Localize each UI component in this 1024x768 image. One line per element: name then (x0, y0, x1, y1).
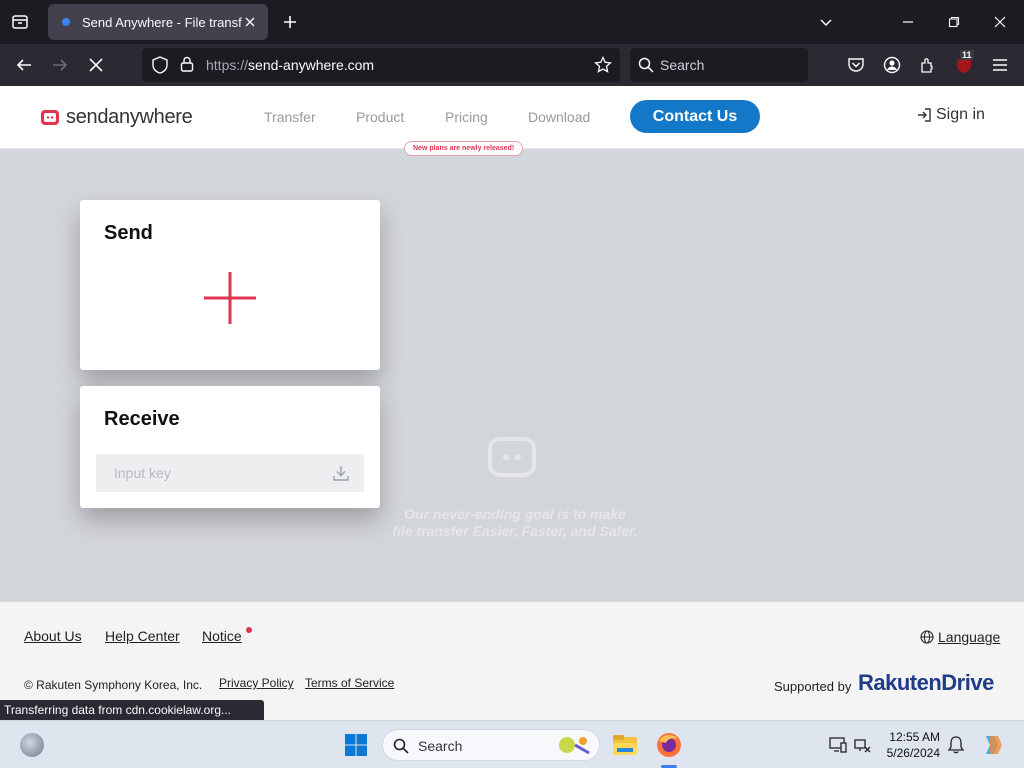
taskbar-search-icon (393, 738, 409, 754)
hero-logo-icon (488, 437, 536, 477)
taskbar-clock[interactable]: 12:55 AM 5/26/2024 (882, 729, 940, 761)
minimize-icon[interactable] (898, 12, 918, 32)
notice-dot-indicator (246, 627, 252, 633)
logo-icon (41, 109, 59, 125)
about-us-link[interactable]: About Us (24, 628, 82, 644)
close-window-icon[interactable] (990, 12, 1010, 32)
receive-card-title: Receive (104, 408, 180, 430)
logo-text: sendanywhere (66, 106, 193, 128)
menu-pricing[interactable]: Pricing (445, 109, 488, 125)
taskbar-search-box[interactable]: Search (382, 729, 600, 761)
network-tray-icon[interactable] (852, 735, 872, 755)
file-explorer-icon[interactable] (611, 731, 639, 759)
clock-date: 5/26/2024 (886, 746, 940, 760)
stop-loading-icon[interactable] (84, 53, 108, 77)
copyright-text: © Rakuten Symphony Korea, Inc. (24, 678, 203, 692)
device-tray-icon[interactable] (828, 735, 848, 755)
browser-search-box[interactable]: Search (630, 48, 808, 82)
back-arrow-icon[interactable] (12, 53, 36, 77)
supported-by-text: Supported by (774, 679, 852, 694)
tab-list-icon[interactable] (8, 10, 32, 34)
extension-badge: 11 (960, 50, 974, 60)
browser-nav-bar: https://send-anywhere.com Search 11 (0, 44, 1024, 86)
shield-icon[interactable] (152, 56, 168, 79)
chevron-down-icon[interactable] (816, 12, 836, 32)
rakuten-drive-logo[interactable]: RakutenDrive (858, 670, 994, 696)
account-icon[interactable] (880, 53, 904, 77)
weather-widget-icon[interactable] (20, 733, 44, 757)
new-tab-icon[interactable] (280, 12, 300, 32)
notification-bell-icon[interactable] (946, 735, 966, 755)
browser-status-text: Transferring data from cdn.cookielaw.org… (0, 700, 264, 720)
help-center-link[interactable]: Help Center (105, 628, 180, 644)
browser-tab-active[interactable]: Send Anywhere - File transfer (48, 4, 268, 40)
taskbar-search-label: Search (418, 738, 463, 754)
contact-us-button[interactable]: Contact Us (630, 100, 760, 133)
search-icon (638, 57, 654, 78)
search-placeholder: Search (660, 57, 705, 73)
tab-title: Send Anywhere - File transfer (82, 14, 242, 30)
close-tab-icon[interactable] (242, 14, 258, 30)
sign-in-label: Sign in (936, 106, 985, 123)
globe-icon (920, 630, 934, 644)
clock-time: 12:55 AM (889, 730, 940, 744)
language-label: Language (938, 629, 1001, 645)
add-files-plus-icon[interactable] (202, 270, 258, 326)
menu-product[interactable]: Product (356, 109, 404, 125)
hamburger-menu-icon[interactable] (988, 53, 1012, 77)
copilot-icon[interactable] (980, 733, 1004, 757)
windows-start-icon[interactable] (344, 733, 368, 757)
address-bar[interactable]: https://send-anywhere.com (142, 48, 620, 82)
hero-tagline: Our never-ending goal is to make file tr… (360, 506, 670, 540)
url-host: send-anywhere.com (248, 57, 375, 73)
lock-icon[interactable] (180, 56, 194, 77)
firefox-icon[interactable] (655, 731, 683, 759)
receive-card: Receive (80, 386, 380, 508)
sendanywhere-logo[interactable]: sendanywhere (40, 106, 193, 129)
sign-in-icon (918, 108, 931, 122)
sign-in-link[interactable]: Sign in (916, 106, 985, 124)
download-icon[interactable] (332, 464, 350, 482)
privacy-policy-link[interactable]: Privacy Policy (219, 676, 294, 690)
pocket-icon[interactable] (844, 53, 868, 77)
extensions-icon[interactable] (916, 53, 940, 77)
browser-tab-bar: Send Anywhere - File transfer (0, 0, 1024, 44)
url-text[interactable]: https://send-anywhere.com (206, 57, 374, 73)
url-protocol: https:// (206, 57, 249, 73)
notice-link[interactable]: Notice (202, 628, 242, 644)
terms-of-service-link[interactable]: Terms of Service (305, 676, 394, 690)
language-selector[interactable]: Language (920, 629, 1000, 645)
menu-download[interactable]: Download (528, 109, 590, 125)
web-page: sendanywhere Transfer Product Pricing Do… (0, 86, 1024, 720)
restore-icon[interactable] (944, 12, 964, 32)
forward-arrow-icon[interactable] (48, 53, 72, 77)
bookmark-star-icon[interactable] (594, 55, 612, 79)
new-plans-badge[interactable]: New plans are newly released! (404, 141, 524, 156)
tagline-line-2: file transfer Easier, Faster, and Safer. (392, 523, 638, 539)
menu-transfer[interactable]: Transfer (264, 109, 316, 125)
send-card-title: Send (104, 222, 153, 244)
windows-taskbar: Search 12:55 AM 5/26/2024 (0, 720, 1024, 768)
input-key-field[interactable] (96, 454, 364, 492)
send-card[interactable]: Send (80, 200, 380, 370)
tagline-line-1: Our never-ending goal is to make (404, 506, 626, 522)
favicon-icon (62, 18, 70, 26)
site-header: sendanywhere Transfer Product Pricing Do… (0, 86, 1024, 156)
search-highlight-icon (559, 737, 590, 755)
